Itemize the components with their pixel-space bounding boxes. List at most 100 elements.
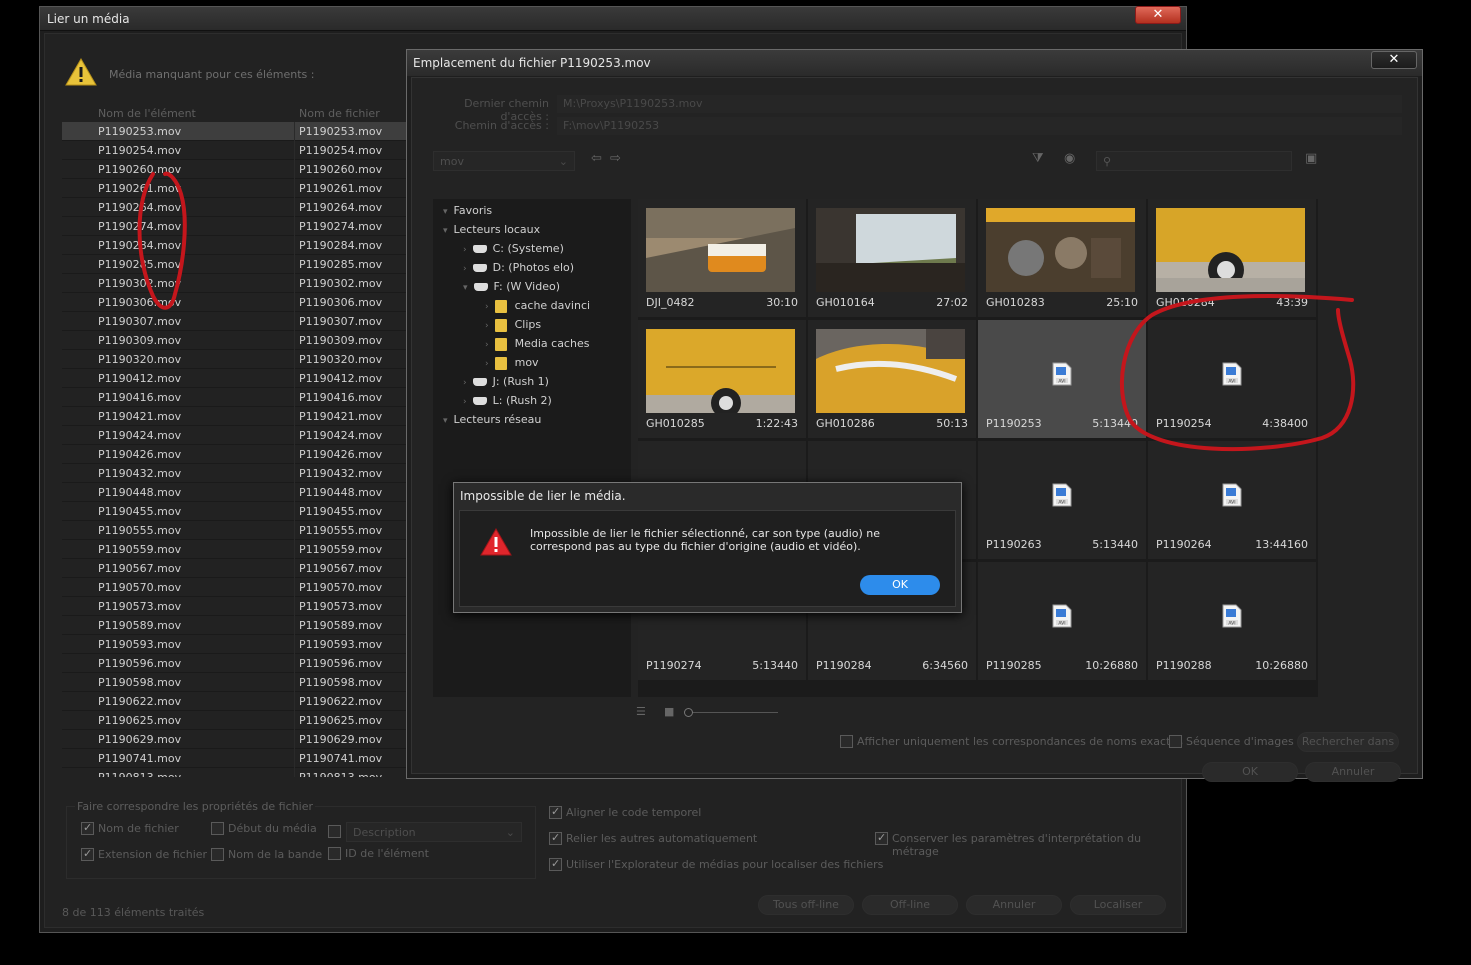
missing-media-list[interactable]: P1190253.mov P1190253.mov P1190254.mov P119… <box>62 122 406 777</box>
table-row[interactable]: P1190589.mov P1190589.mov <box>62 616 406 635</box>
table-row[interactable]: P1190261.mov P1190261.mov <box>62 179 406 198</box>
table-row[interactable]: P1190741.mov P1190741.mov <box>62 749 406 768</box>
align-timecode-checkbox[interactable] <box>549 805 562 819</box>
tree-item[interactable]: › C: (Systeme) <box>463 239 564 258</box>
media-tile[interactable]: GH010285 1:22:43 <box>638 320 806 438</box>
media-tile[interactable]: AVI P1190263 5:13440 <box>978 441 1146 559</box>
tree-item[interactable]: › L: (Rush 2) <box>463 391 552 410</box>
table-row[interactable]: P1190264.mov P1190264.mov <box>62 198 406 217</box>
folder-select[interactable]: mov ⌄ <box>433 151 575 171</box>
media-tile[interactable]: GH010283 25:10 <box>978 199 1146 317</box>
table-row[interactable]: P1190424.mov P1190424.mov <box>62 426 406 445</box>
media-tile[interactable]: DJI_0482 30:10 <box>638 199 806 317</box>
expand-arrow-icon[interactable]: › <box>463 378 467 388</box>
zoom-slider-handle[interactable] <box>684 708 693 717</box>
file-tree[interactable]: ▾ Favoris ▾ Lecteurs locaux › C: (Systeme) › D:… <box>433 199 631 697</box>
table-row[interactable]: P1190253.mov P1190253.mov <box>62 122 406 141</box>
table-row[interactable]: P1190320.mov P1190320.mov <box>62 350 406 369</box>
media-tile[interactable]: GH010284 43:39 <box>1148 199 1316 317</box>
expand-arrow-icon[interactable]: › <box>463 397 467 407</box>
use-media-browser-checkbox[interactable] <box>549 857 562 871</box>
tape-name-checkbox[interactable] <box>211 848 224 861</box>
expand-arrow-icon[interactable]: › <box>485 340 489 350</box>
expand-arrow-icon[interactable]: ▾ <box>443 207 448 217</box>
locate-ok-button[interactable]: OK <box>1202 762 1298 782</box>
view-eye-icon[interactable]: ◉ <box>1064 151 1075 166</box>
media-tile[interactable]: AVI P1190254 4:38400 <box>1148 320 1316 438</box>
description-checkbox[interactable] <box>328 825 341 838</box>
expand-arrow-icon[interactable]: › <box>485 359 489 369</box>
table-row[interactable]: P1190559.mov P1190559.mov <box>62 540 406 559</box>
table-row[interactable]: P1190426.mov P1190426.mov <box>62 445 406 464</box>
expand-arrow-icon[interactable]: › <box>485 321 489 331</box>
tree-item[interactable]: › J: (Rush 1) <box>463 372 549 391</box>
tree-item[interactable]: › Media caches <box>485 334 589 353</box>
table-row[interactable]: P1190596.mov P1190596.mov <box>62 654 406 673</box>
table-row[interactable]: P1190432.mov P1190432.mov <box>62 464 406 483</box>
table-row[interactable]: P1190421.mov P1190421.mov <box>62 407 406 426</box>
column-header-file-name[interactable]: Nom de fichier <box>299 107 380 120</box>
dialog-titlebar[interactable]: Lier un média ✕ <box>40 6 1186 31</box>
table-row[interactable]: P1190412.mov P1190412.mov <box>62 369 406 388</box>
new-bin-icon[interactable]: ▣ <box>1305 151 1317 166</box>
icon-view-icon[interactable]: ■ <box>664 705 674 718</box>
tree-item[interactable]: ▾ Lecteurs réseau <box>443 410 541 429</box>
media-tile[interactable]: GH010164 27:02 <box>808 199 976 317</box>
table-row[interactable]: P1190254.mov P1190254.mov <box>62 141 406 160</box>
forward-arrow-icon[interactable]: ⇨ <box>610 151 621 166</box>
table-row[interactable]: P1190285.mov P1190285.mov <box>62 255 406 274</box>
exact-names-checkbox[interactable] <box>840 735 853 748</box>
all-offline-button[interactable]: Tous off-line <box>758 895 854 915</box>
table-row[interactable]: P1190622.mov P1190622.mov <box>62 692 406 711</box>
expand-arrow-icon[interactable]: › <box>463 264 467 274</box>
media-tile[interactable]: AVI P1190285 10:26880 <box>978 562 1146 680</box>
image-sequence-checkbox[interactable] <box>1169 735 1182 748</box>
table-row[interactable]: P1190573.mov P1190573.mov <box>62 597 406 616</box>
table-row[interactable]: P1190555.mov P1190555.mov <box>62 521 406 540</box>
media-tile[interactable]: AVI P1190288 10:26880 <box>1148 562 1316 680</box>
extension-checkbox[interactable] <box>81 847 94 861</box>
tree-item[interactable]: ▾ Lecteurs locaux <box>443 220 540 239</box>
table-row[interactable]: P1190274.mov P1190274.mov <box>62 217 406 236</box>
media-tile[interactable]: AVI P1190264 13:44160 <box>1148 441 1316 559</box>
list-view-icon[interactable]: ☰ <box>636 705 646 718</box>
tree-item[interactable]: ▾ F: (W Video) <box>463 277 560 296</box>
table-row[interactable]: P1190598.mov P1190598.mov <box>62 673 406 692</box>
tree-item[interactable]: › mov <box>485 353 539 372</box>
filename-checkbox[interactable] <box>81 821 94 835</box>
offline-button[interactable]: Off-line <box>862 895 958 915</box>
search-input[interactable]: ⚲ <box>1096 151 1292 171</box>
expand-arrow-icon[interactable]: › <box>463 245 467 255</box>
search-in-button[interactable]: Rechercher dans <box>1297 732 1399 752</box>
media-tile[interactable]: AVI P1190253 5:13440 <box>978 320 1146 438</box>
column-header-item-name[interactable]: Nom de l'élément <box>98 107 196 120</box>
table-row[interactable]: P1190455.mov P1190455.mov <box>62 502 406 521</box>
locate-button[interactable]: Localiser <box>1070 895 1166 915</box>
error-ok-button[interactable]: OK <box>860 575 940 595</box>
table-row[interactable]: P1190813.mov P1190813.mov <box>62 768 406 777</box>
expand-arrow-icon[interactable]: ▾ <box>443 416 448 426</box>
table-row[interactable]: P1190307.mov P1190307.mov <box>62 312 406 331</box>
tree-item[interactable]: › cache davinci <box>485 296 590 315</box>
item-id-checkbox[interactable] <box>328 847 341 860</box>
preserve-interpret-checkbox[interactable] <box>875 831 888 845</box>
expand-arrow-icon[interactable]: › <box>485 302 489 312</box>
tree-item[interactable]: › Clips <box>485 315 541 334</box>
zoom-slider[interactable] <box>688 712 778 713</box>
table-row[interactable]: P1190416.mov P1190416.mov <box>62 388 406 407</box>
filter-icon[interactable]: ⧩ <box>1032 151 1044 166</box>
tree-item[interactable]: › D: (Photos elo) <box>463 258 574 277</box>
table-row[interactable]: P1190260.mov P1190260.mov <box>62 160 406 179</box>
table-row[interactable]: P1190629.mov P1190629.mov <box>62 730 406 749</box>
table-row[interactable]: P1190309.mov P1190309.mov <box>62 331 406 350</box>
path-field[interactable]: F:\mov\P1190253 <box>557 117 1402 135</box>
description-select[interactable]: Description ⌄ <box>346 822 522 842</box>
tree-item[interactable]: ▾ Favoris <box>443 201 492 220</box>
expand-arrow-icon[interactable]: ▾ <box>443 226 448 236</box>
table-row[interactable]: P1190302.mov P1190302.mov <box>62 274 406 293</box>
table-row[interactable]: P1190567.mov P1190567.mov <box>62 559 406 578</box>
table-row[interactable]: P1190306.mov P1190306.mov <box>62 293 406 312</box>
table-row[interactable]: P1190448.mov P1190448.mov <box>62 483 406 502</box>
locate-dialog-titlebar[interactable]: Emplacement du fichier P1190253.mov ✕ <box>407 50 1422 76</box>
cancel-button[interactable]: Annuler <box>966 895 1062 915</box>
